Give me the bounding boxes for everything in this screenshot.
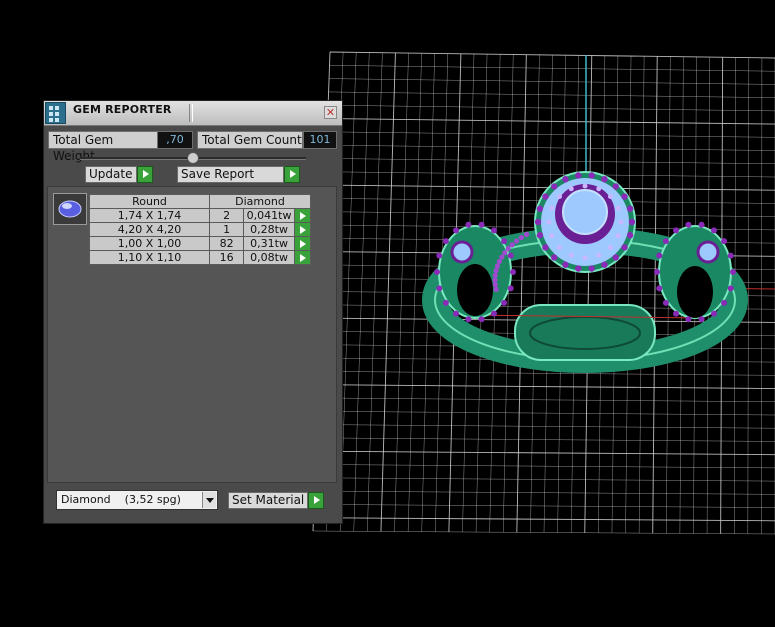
ring-shank <box>515 305 655 360</box>
table-header: Round Diamond <box>90 195 311 209</box>
close-icon[interactable]: ✕ <box>324 106 337 119</box>
save-report-play-icon[interactable] <box>284 166 300 183</box>
split-slider-handle[interactable] <box>187 152 199 164</box>
row-select-icon[interactable] <box>294 223 310 237</box>
gem-count: 82 <box>210 237 244 251</box>
gem-size: 1,00 X 1,00 <box>90 237 210 251</box>
table-row[interactable]: 1,00 X 1,00 82 0,31tw <box>90 237 311 251</box>
gem-size: 4,20 X 4,20 <box>90 223 210 237</box>
chevron-down-icon[interactable] <box>202 492 216 508</box>
material-dropdown[interactable]: Diamond (3,52 spg) <box>56 490 218 510</box>
titlebar-divider <box>189 104 193 122</box>
gem-size: 1,10 X 1,10 <box>90 251 210 265</box>
gem-size: 1,74 X 1,74 <box>90 209 210 223</box>
gem-weight: 0,31tw <box>244 237 295 251</box>
table-row[interactable]: 1,10 X 1,10 16 0,08tw <box>90 251 311 265</box>
update-button[interactable]: Update <box>85 166 137 183</box>
set-material-play-icon[interactable] <box>308 492 324 509</box>
total-weight-label: Total Gem Weight <box>48 131 158 149</box>
app-logo-icon <box>45 102 66 124</box>
header-material: Diamond <box>210 195 311 209</box>
gem-weight: 0,041tw <box>244 209 295 223</box>
right-side-gem <box>698 242 718 262</box>
table-row[interactable]: 4,20 X 4,20 1 0,28tw <box>90 223 311 237</box>
gem-count: 2 <box>210 209 244 223</box>
right-loop-hole <box>677 266 713 318</box>
gem-reporter-panel: GEM REPORTER ✕ Total Gem Weight ,70 Tota… <box>43 100 343 524</box>
gem-count: 1 <box>210 223 244 237</box>
total-count-label: Total Gem Count <box>197 131 303 149</box>
row-select-icon[interactable] <box>294 209 310 223</box>
row-select-icon[interactable] <box>294 251 310 265</box>
total-count-value: 101 <box>303 131 337 149</box>
material-value: Diamond (3,52 spg) <box>61 493 181 506</box>
header-shape: Round <box>90 195 210 209</box>
gem-weight: 0,08tw <box>244 251 295 265</box>
left-side-gem <box>452 242 472 262</box>
set-material-button[interactable]: Set Material <box>228 492 308 509</box>
panel-title: GEM REPORTER <box>73 103 172 116</box>
left-loop-hole <box>457 264 493 316</box>
gem-table: Round Diamond 1,74 X 1,74 2 0,041tw 4,20… <box>89 194 311 265</box>
update-play-icon[interactable] <box>137 166 153 183</box>
gem-weight: 0,28tw <box>244 223 295 237</box>
gem-count: 16 <box>210 251 244 265</box>
gem-thumbnail[interactable] <box>53 193 87 225</box>
save-report-button[interactable]: Save Report <box>177 166 284 183</box>
table-row[interactable]: 1,74 X 1,74 2 0,041tw <box>90 209 311 223</box>
center-gem <box>563 190 607 234</box>
row-select-icon[interactable] <box>294 237 310 251</box>
total-weight-value: ,70 <box>157 131 193 149</box>
panel-titlebar[interactable]: GEM REPORTER ✕ <box>44 101 342 126</box>
